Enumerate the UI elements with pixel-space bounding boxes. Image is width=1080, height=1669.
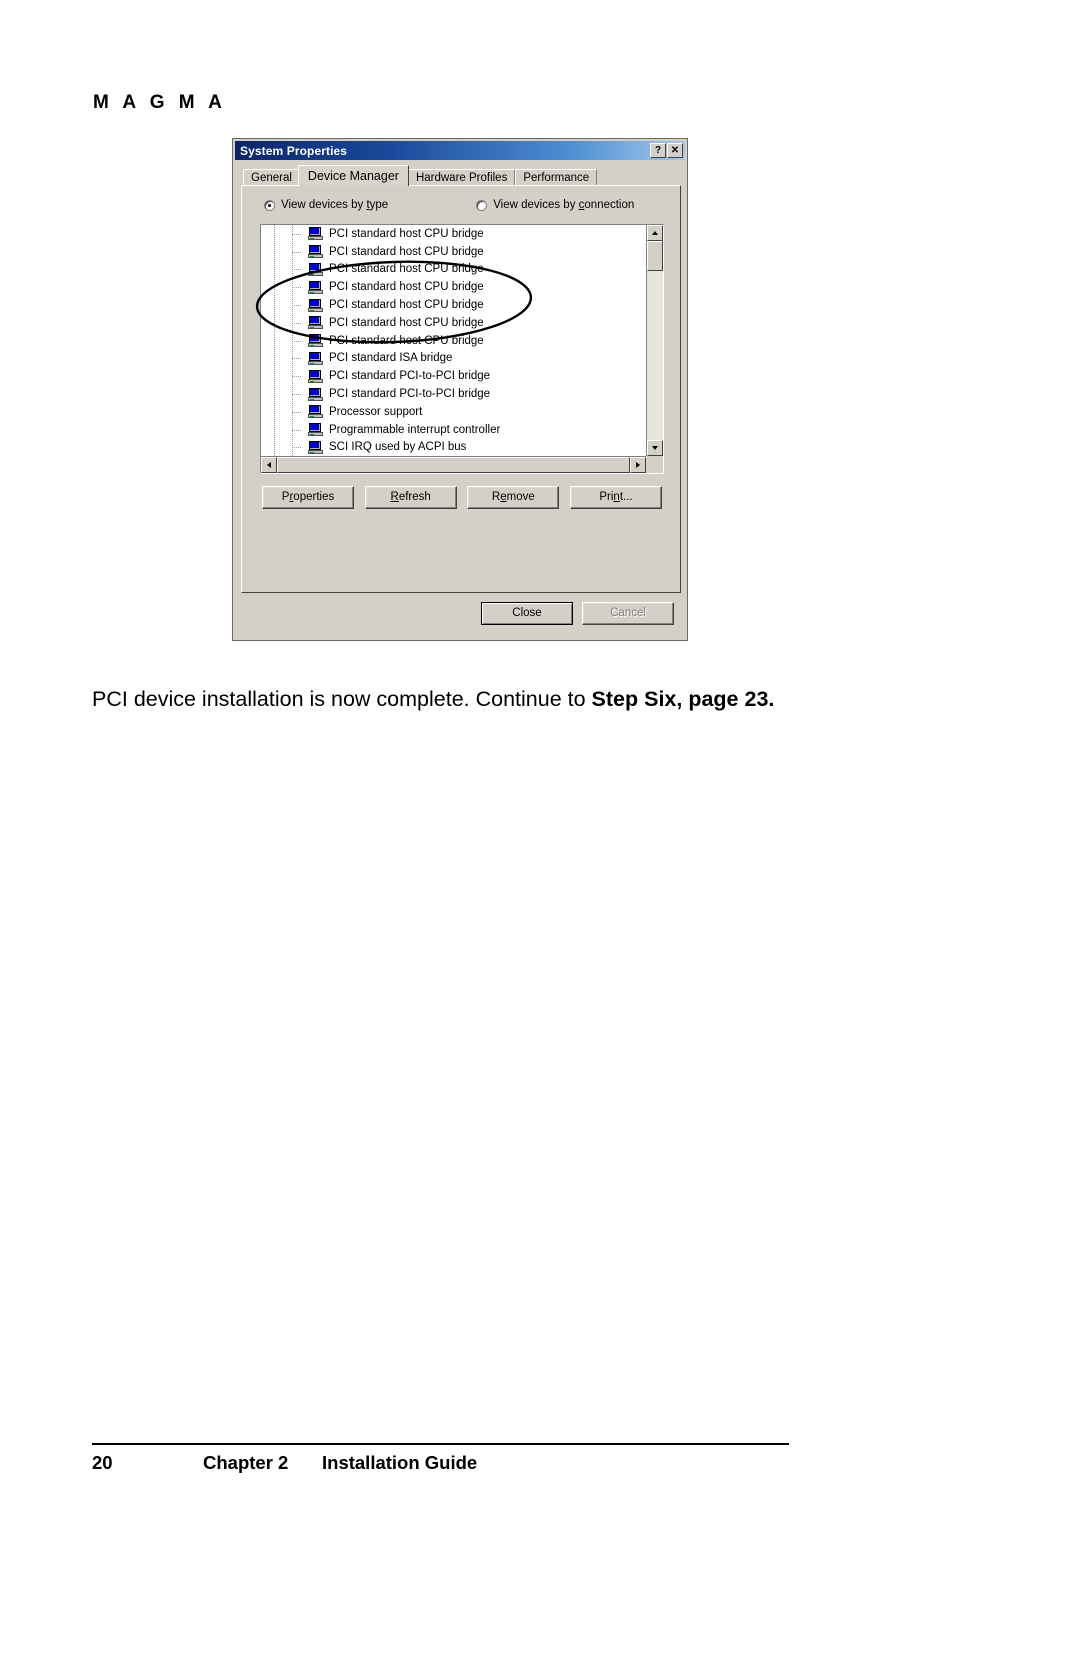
body-text-plain: PCI device installation is now complete.… [92, 686, 592, 711]
page-header-brand: M A G M A [93, 92, 227, 113]
device-label: PCI standard host CPU bridge [329, 334, 484, 347]
device-list-item[interactable]: PCI standard host CPU bridge [261, 314, 646, 332]
device-list-item[interactable]: PCI standard host CPU bridge [261, 332, 646, 350]
help-icon[interactable]: ? [650, 143, 666, 158]
tab-strip: General Device Manager Hardware Profiles… [243, 165, 598, 186]
dialog-footer-buttons: Close Cancel [481, 602, 674, 625]
device-label: PCI standard host CPU bridge [329, 263, 484, 276]
device-label: Processor support [329, 405, 423, 418]
tab-general[interactable]: General [243, 169, 300, 186]
computer-icon [308, 280, 323, 294]
device-label: PCI standard ISA bridge [329, 352, 453, 365]
device-list-item[interactable]: SCI IRQ used by ACPI bus [261, 439, 646, 456]
device-list-item[interactable]: Processor support [261, 403, 646, 421]
computer-icon [308, 351, 323, 365]
hscroll-thumb[interactable] [277, 457, 630, 473]
footer-guide-title: Installation Guide [322, 1452, 478, 1473]
device-list-item[interactable]: PCI standard host CPU bridge [261, 278, 646, 296]
device-list-item[interactable]: Programmable interrupt controller [261, 421, 646, 439]
device-list-item[interactable]: PCI standard PCI-to-PCI bridge [261, 367, 646, 385]
figure-system-properties-screenshot: System Properties ? ✕ General Device Man… [232, 138, 688, 641]
computer-icon [308, 440, 323, 454]
computer-icon [308, 387, 323, 401]
cancel-button: Cancel [582, 602, 674, 625]
listbox-horizontal-scrollbar[interactable] [261, 456, 646, 473]
vscroll-thumb[interactable] [647, 241, 663, 271]
close-button[interactable]: Close [481, 602, 573, 625]
scroll-left-icon[interactable] [261, 457, 277, 473]
device-label: Programmable interrupt controller [329, 423, 501, 436]
remove-button[interactable]: Remove [467, 486, 560, 509]
device-action-buttons: Properties Refresh Remove Print... [262, 486, 662, 509]
scroll-up-icon[interactable] [647, 225, 663, 241]
listbox-vertical-scrollbar[interactable] [646, 225, 663, 456]
device-label: PCI standard host CPU bridge [329, 227, 484, 240]
scroll-down-icon[interactable] [647, 440, 663, 456]
dialog-titlebar: System Properties ? ✕ [235, 141, 685, 160]
device-list-item[interactable]: PCI standard host CPU bridge [261, 261, 646, 279]
device-label: PCI standard host CPU bridge [329, 245, 484, 258]
computer-icon [308, 245, 323, 259]
computer-icon [308, 423, 323, 437]
device-label: SCI IRQ used by ACPI bus [329, 441, 467, 454]
computer-icon [308, 262, 323, 276]
footer-divider [92, 1443, 789, 1445]
device-list-item[interactable]: PCI standard host CPU bridge [261, 243, 646, 261]
device-label: PCI standard host CPU bridge [329, 299, 484, 312]
device-tree-rows: PCI standard host CPU bridge PCI standar… [261, 225, 646, 456]
radio-unselected-icon [476, 199, 488, 211]
footer-page-number: 20 [92, 1452, 113, 1473]
radio-view-by-connection[interactable]: View devices by connection [476, 199, 634, 211]
properties-button[interactable]: Properties [262, 486, 354, 509]
computer-icon [308, 298, 323, 312]
device-manager-panel: View devices by type View devices by con… [241, 185, 681, 593]
scroll-right-icon[interactable] [630, 457, 646, 473]
device-tree-listbox[interactable]: PCI standard host CPU bridge PCI standar… [260, 224, 664, 474]
radio-view-by-connection-label: View devices by connection [493, 199, 635, 211]
device-list-item[interactable]: PCI standard ISA bridge [261, 350, 646, 368]
device-list-item[interactable]: PCI standard host CPU bridge [261, 296, 646, 314]
page-footer: 20 Chapter 2 Installation Guide [92, 1452, 852, 1474]
scrollbar-corner [646, 456, 663, 473]
computer-icon [308, 316, 323, 330]
system-properties-dialog: System Properties ? ✕ General Device Man… [232, 138, 688, 641]
radio-selected-icon [264, 199, 275, 211]
dialog-title: System Properties [240, 143, 348, 158]
tab-performance[interactable]: Performance [515, 169, 598, 186]
radio-view-by-type[interactable]: View devices by type [264, 199, 388, 211]
refresh-button[interactable]: Refresh [364, 486, 457, 509]
titlebar-buttons: ? ✕ [650, 143, 683, 158]
device-label: PCI standard PCI-to-PCI bridge [329, 388, 491, 401]
computer-icon [308, 227, 323, 241]
computer-icon [308, 405, 323, 419]
radio-view-by-type-label: View devices by type [281, 199, 389, 211]
computer-icon [308, 369, 323, 383]
tab-hardware-profiles[interactable]: Hardware Profiles [407, 169, 516, 186]
device-label: PCI standard host CPU bridge [329, 316, 484, 329]
body-text-emphasis: Step Six, page 23. [591, 686, 775, 711]
device-label: PCI standard host CPU bridge [329, 281, 484, 294]
tab-device-manager[interactable]: Device Manager [297, 165, 409, 186]
computer-icon [308, 334, 323, 348]
device-label: PCI standard PCI-to-PCI bridge [329, 370, 491, 383]
device-list-item[interactable]: PCI standard PCI-to-PCI bridge [261, 385, 646, 403]
footer-chapter: Chapter 2 [203, 1452, 289, 1473]
vscroll-track[interactable] [647, 241, 663, 440]
print-button[interactable]: Print... [569, 486, 662, 509]
device-list-item[interactable]: PCI standard host CPU bridge [261, 225, 646, 243]
body-paragraph: PCI device installation is now complete.… [92, 684, 972, 714]
view-mode-radio-group: View devices by type View devices by con… [264, 199, 664, 211]
close-icon[interactable]: ✕ [667, 143, 683, 158]
